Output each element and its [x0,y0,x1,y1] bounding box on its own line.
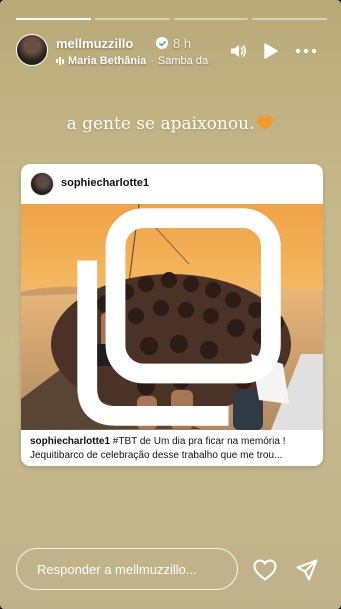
story-time: 8 h [173,36,192,51]
caption-text: a gente se apaixonou. [66,114,255,134]
post-avatar[interactable] [30,172,54,196]
progress-segment [252,18,327,20]
speaker-icon[interactable] [228,41,248,61]
orange-heart-icon [256,115,274,131]
play-icon[interactable] [260,41,280,61]
shared-post-card[interactable]: sophiecharlotte1 sophiecharlotte1 #TBT d… [21,164,323,466]
heart-outline-icon[interactable] [252,558,278,582]
story-header: mellmuzzillo 8 h Maria Bethânia · Samba … [16,34,331,68]
paper-plane-icon[interactable] [295,558,319,582]
story-view[interactable]: mellmuzzillo 8 h Maria Bethânia · Samba … [0,0,341,609]
progress-segment [173,18,249,20]
reply-input[interactable]: Responder a mellmuzzillo... [16,548,238,590]
post-caption-line2: Jequitibarco de celebração desse trabalh… [30,450,283,461]
more-horizontal-icon[interactable] [294,41,318,61]
post-caption-user: sophiecharlotte1 [30,436,111,447]
reply-placeholder: Responder a mellmuzzillo... [37,561,197,577]
music-wave-icon [56,57,64,65]
post-header: sophiecharlotte1 [21,164,323,204]
post-caption-line1: #TBT de Um dia pra ficar na memória ! [110,436,286,447]
avatar[interactable] [16,34,48,66]
story-progress [16,18,327,20]
story-username[interactable]: mellmuzzillo [56,36,133,51]
post-username[interactable]: sophiecharlotte1 [61,177,149,189]
music-info[interactable]: Maria Bethânia · Samba da [56,54,230,68]
progress-segment [16,18,91,20]
progress-segment [94,18,170,20]
music-artist: Maria Bethânia [68,55,147,67]
music-separator: · [150,55,154,67]
multiple-photos-icon [77,208,281,426]
verified-badge-icon [156,37,168,49]
story-caption: a gente se apaixonou. [0,114,341,134]
music-title: Samba da [157,55,209,67]
post-photo[interactable] [21,204,323,430]
post-caption: sophiecharlotte1 #TBT de Um dia pra fica… [30,435,318,463]
